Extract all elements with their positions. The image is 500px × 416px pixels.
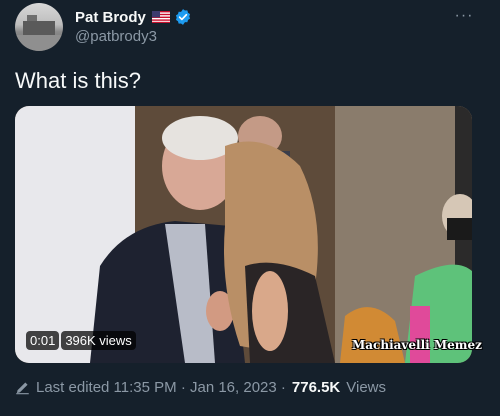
verified-badge-icon[interactable]	[174, 8, 192, 26]
us-flag-icon	[151, 11, 170, 23]
tweet-footer: Last edited 11:35 PM · Jan 16, 2023 · 77…	[15, 379, 386, 396]
video-frame	[15, 106, 472, 363]
author-handle[interactable]: @patbrody3	[75, 28, 157, 45]
tweet-text: What is this?	[15, 68, 141, 93]
views-count: 776.5K	[291, 379, 341, 396]
author-name-row: Pat Brody	[75, 8, 192, 26]
more-options-icon[interactable]: ···	[452, 6, 476, 26]
views-label: Views	[346, 379, 387, 396]
video-views: 396K views	[61, 331, 136, 350]
author-display-name[interactable]: Pat Brody	[75, 9, 146, 26]
video-duration: 0:01	[26, 331, 60, 350]
last-edited-text[interactable]: Last edited 11:35 PM · Jan 16, 2023 ·	[36, 379, 286, 396]
edit-pencil-icon[interactable]	[15, 380, 30, 395]
avatar[interactable]	[15, 3, 63, 51]
video-stats-badge: 0:01 396K views	[26, 331, 136, 350]
video-watermark: Machiavelli Memez	[352, 338, 482, 352]
video-player[interactable]	[15, 106, 472, 363]
